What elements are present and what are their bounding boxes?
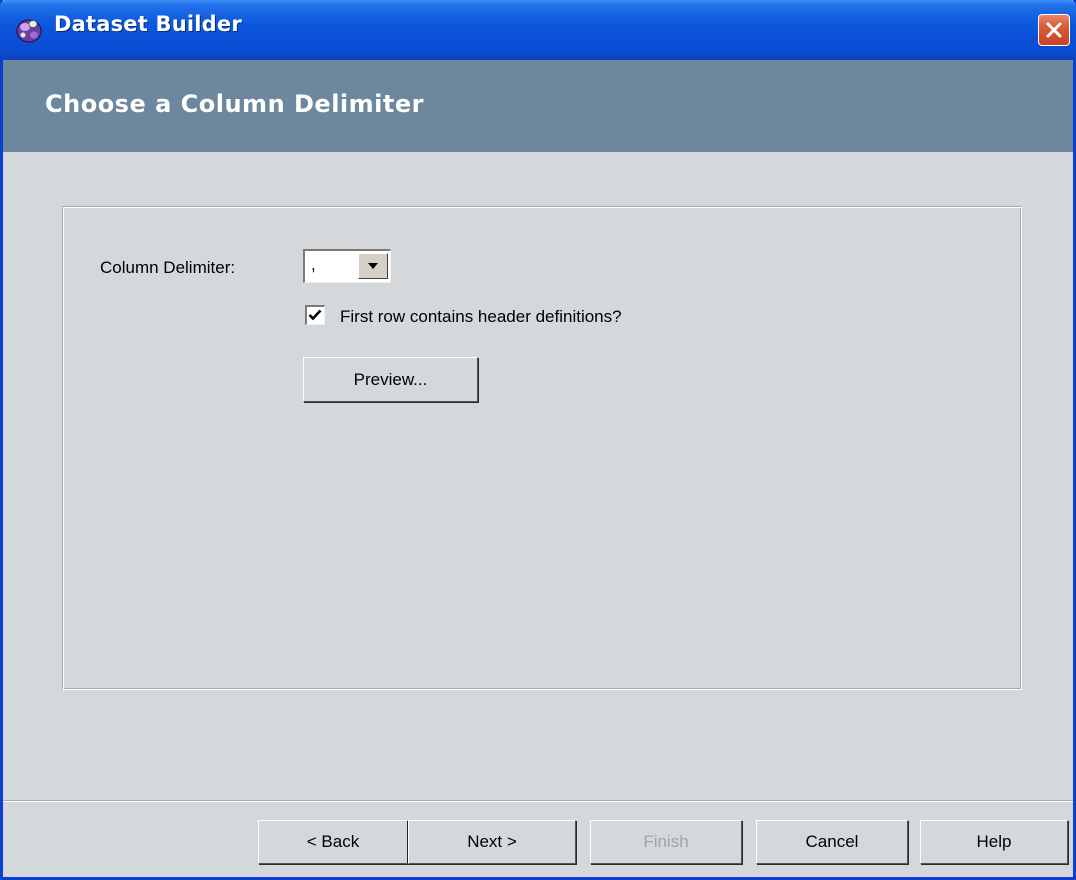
dropdown-button[interactable] — [358, 253, 388, 279]
options-group-box — [62, 206, 1022, 690]
column-delimiter-dropdown[interactable]: , — [303, 249, 391, 283]
column-delimiter-label: Column Delimiter: — [100, 258, 236, 277]
window-title: Dataset Builder — [54, 12, 242, 36]
page-title: Choose a Column Delimiter — [45, 90, 424, 118]
title-bar[interactable]: Dataset Builder — [0, 0, 1076, 60]
close-icon — [1046, 22, 1062, 38]
next-button[interactable]: Next > — [408, 820, 576, 864]
dataset-app-icon — [16, 19, 42, 43]
column-delimiter-value: , — [311, 255, 316, 274]
preview-button[interactable]: Preview... — [303, 357, 478, 402]
dataset-builder-window: Dataset Builder Choose a Column Delimite… — [0, 0, 1076, 880]
cancel-button[interactable]: Cancel — [756, 820, 908, 864]
header-definitions-checkbox[interactable] — [305, 305, 325, 325]
page-header: Choose a Column Delimiter — [3, 60, 1073, 152]
footer-divider — [3, 800, 1073, 802]
header-definitions-label[interactable]: First row contains header definitions? — [340, 307, 622, 327]
finish-button[interactable]: Finish — [590, 820, 742, 864]
chevron-down-icon — [368, 263, 378, 269]
help-button[interactable]: Help — [920, 820, 1068, 864]
back-button[interactable]: < Back — [258, 820, 409, 864]
checkmark-icon — [308, 309, 322, 321]
close-button[interactable] — [1038, 14, 1070, 46]
